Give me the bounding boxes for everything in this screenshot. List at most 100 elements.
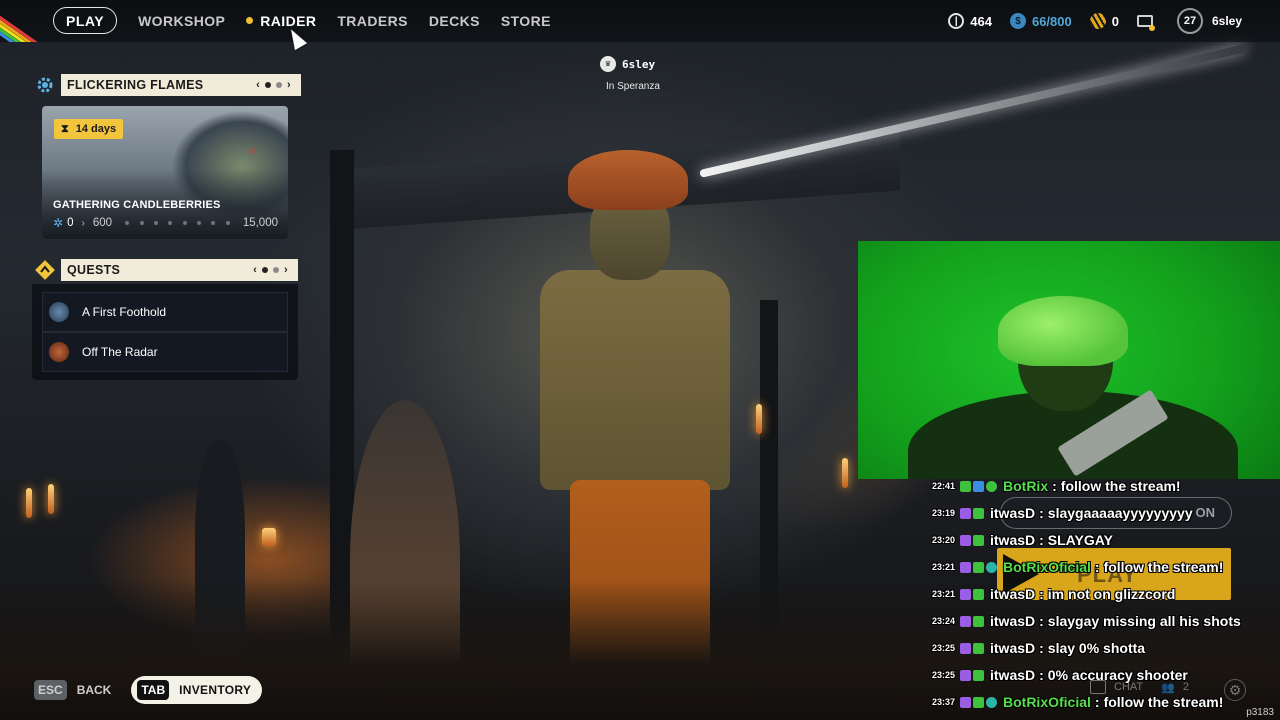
nav-raider[interactable]: RAIDER: [246, 13, 316, 29]
chat-username[interactable]: itwasD: [990, 613, 1035, 629]
gear-icon: ✲: [53, 216, 64, 230]
chat-username[interactable]: BotRixOficial: [1003, 559, 1091, 575]
chat-label[interactable]: CHAT: [1114, 681, 1143, 693]
blue-currency-stat[interactable]: $ 66/800: [1009, 13, 1072, 29]
mod-badge-icon: [973, 561, 984, 573]
twitch-badge-icon: [960, 669, 971, 681]
pager-next-icon[interactable]: ›: [287, 79, 291, 91]
progress-next: 600: [92, 217, 112, 229]
twitch-badge-icon: [960, 642, 971, 654]
chat-username[interactable]: itwasD: [990, 532, 1035, 548]
mod-badge-icon: [973, 534, 984, 546]
chat-username[interactable]: BotRix: [1003, 478, 1048, 494]
viewers-icon: 👥: [1161, 681, 1175, 694]
viewers-count: 2: [1182, 681, 1189, 693]
event-panel-header: FLICKERING FLAMES ‹ ›: [34, 74, 301, 96]
streamer-webcam: [858, 241, 1280, 479]
nav-traders[interactable]: TRADERS: [337, 13, 407, 29]
twitch-badge-icon: [960, 534, 971, 546]
mod-badge-icon: [973, 615, 984, 627]
top-nav-bar: PLAY WORKSHOP RAIDER TRADERS DECKS STORE…: [0, 0, 1280, 42]
quest-giver-avatar: [49, 302, 69, 322]
gear-icon: [34, 74, 56, 96]
chat-timestamp: 23:19: [932, 508, 956, 518]
event-pager[interactable]: ‹ ›: [256, 74, 291, 96]
blue-currency-value: 66/800: [1031, 13, 1072, 29]
chat-text: follow the stream!: [1060, 478, 1181, 494]
mail-icon[interactable]: [1136, 15, 1155, 31]
notification-dot-icon: [246, 17, 254, 24]
coins-stat[interactable]: | 464: [948, 13, 992, 29]
back-button[interactable]: BACK: [77, 683, 112, 697]
event-card-title: GATHERING CANDLEBERRIES: [53, 199, 221, 211]
player-location: In Speranza: [606, 81, 660, 92]
chat-text: SLAYGAY: [1047, 532, 1113, 548]
pager-prev-icon[interactable]: ‹: [253, 264, 257, 276]
chat-username[interactable]: itwasD: [990, 586, 1035, 602]
days-remaining-badge: ⧗ 14 days: [54, 119, 124, 139]
nav-play-button[interactable]: PLAY: [53, 7, 118, 34]
pager-dot: [265, 82, 272, 88]
chat-timestamp: 23:37: [932, 697, 956, 707]
inventory-label: INVENTORY: [179, 683, 252, 697]
chat-timestamp: 23:25: [932, 670, 956, 680]
twitch-badge-icon: [960, 507, 971, 519]
chat-message: 23:19 itwasD : slaygaaaaayyyyyyyyy: [932, 505, 1193, 521]
gold-currency-stat[interactable]: 0: [1089, 13, 1119, 29]
currency-stats: | 464 $ 66/800 0 27 6sley: [948, 0, 1280, 42]
pager-dot: [262, 267, 269, 273]
mod-badge-icon: [973, 669, 984, 681]
mod-badge-icon: [973, 696, 984, 708]
chat-message: 23:25 itwasD : slay 0% shotta: [932, 640, 1146, 656]
chat-timestamp: 22:41: [932, 481, 956, 491]
inventory-button[interactable]: TAB INVENTORY: [131, 676, 263, 704]
bucket-hat: [998, 296, 1128, 366]
chat-username[interactable]: BotRixOficial: [1003, 694, 1091, 710]
chat-message: 23:21 itwasD : im not on glizzcord: [932, 586, 1176, 602]
nav-decks[interactable]: DECKS: [429, 13, 480, 29]
quest-item[interactable]: A First Foothold: [42, 292, 288, 332]
nav-store[interactable]: STORE: [501, 13, 551, 29]
pager-prev-icon[interactable]: ‹: [256, 79, 260, 91]
chat-timestamp: 23:21: [932, 589, 956, 599]
event-card[interactable]: ⧗ 14 days GATHERING CANDLEBERRIES ✲ 0 › …: [42, 106, 288, 239]
event-title-bar[interactable]: FLICKERING FLAMES ‹ ›: [61, 74, 301, 96]
tab-key: TAB: [137, 680, 170, 700]
twitch-badge-icon: [960, 561, 971, 573]
player-username[interactable]: 6sley: [1212, 14, 1242, 28]
days-remaining: 14 days: [75, 123, 117, 135]
event-progress: ✲ 0 › 600 15,000: [53, 216, 278, 230]
quests-title: QUESTS: [67, 263, 121, 277]
progress-current: 0: [67, 217, 74, 229]
nav-workshop[interactable]: WORKSHOP: [138, 13, 225, 29]
settings-gear-icon[interactable]: ⚙: [1224, 679, 1246, 701]
quest-item[interactable]: Off The Radar: [42, 332, 288, 372]
pager-next-icon[interactable]: ›: [284, 264, 288, 276]
chat-text: slay 0% shotta: [1047, 640, 1146, 656]
mod-badge-icon: [973, 642, 984, 654]
chat-username[interactable]: itwasD: [990, 667, 1035, 683]
player-level-badge[interactable]: 27: [1176, 8, 1203, 34]
chat-icon[interactable]: [1090, 680, 1106, 694]
twitch-badge-icon: [960, 696, 971, 708]
chat-username[interactable]: itwasD: [990, 640, 1035, 656]
quest-item-label: A First Foothold: [82, 305, 167, 319]
chat-username[interactable]: itwasD: [990, 505, 1035, 521]
quests-title-bar[interactable]: QUESTS ‹ ›: [61, 259, 298, 281]
esc-key[interactable]: ESC: [34, 680, 67, 700]
main-nav: PLAY WORKSHOP RAIDER TRADERS DECKS STORE: [53, 7, 551, 34]
chat-timestamp: 23:24: [932, 616, 956, 626]
chat-text: slaygay missing all his shots: [1047, 613, 1241, 629]
chat-message: 22:41 BotRix : follow the stream!: [932, 478, 1181, 494]
player-nameplate: ♛ 6sley In Speranza: [600, 56, 670, 92]
quests-list: A First Foothold Off The Radar: [32, 284, 298, 380]
crown-icon: ♛: [600, 56, 616, 72]
candle-flame: [756, 404, 762, 434]
quest-item-label: Off The Radar: [82, 345, 158, 359]
hourglass-icon: ⧗: [61, 122, 69, 135]
coin-icon: |: [948, 13, 965, 29]
quests-pager[interactable]: ‹ ›: [253, 259, 288, 281]
light-beam: [699, 44, 1247, 178]
chat-timestamp: 23:25: [932, 643, 956, 653]
progress-max: 15,000: [242, 217, 278, 229]
